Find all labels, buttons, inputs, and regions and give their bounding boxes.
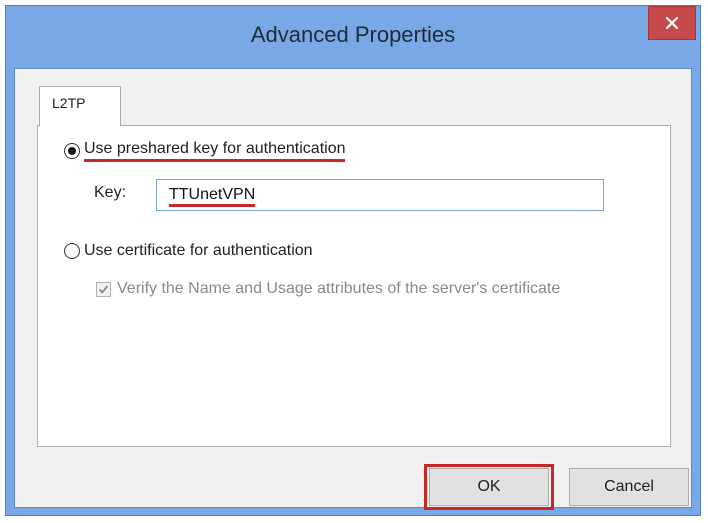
key-label: Key: — [94, 184, 127, 201]
radio-dot-icon — [68, 147, 76, 155]
close-button[interactable] — [648, 6, 696, 40]
tab-panel-l2tp: Use preshared key for authentication Key… — [37, 125, 671, 447]
verify-checkbox[interactable] — [96, 281, 111, 297]
preshared-key-option[interactable]: Use preshared key for authentication — [64, 140, 346, 162]
preshared-key-radio[interactable] — [64, 143, 80, 159]
tab-l2tp[interactable]: L2TP — [39, 86, 121, 126]
certificate-radio[interactable] — [64, 243, 80, 259]
title-bar[interactable]: Advanced Properties — [6, 6, 700, 68]
certificate-option[interactable]: Use certificate for authentication — [64, 242, 313, 260]
dialog-body: L2TP Use preshared key for authenticatio… — [14, 68, 692, 510]
key-input[interactable]: TTUnetVPN — [156, 179, 604, 211]
certificate-label: Use certificate for authentication — [84, 242, 313, 259]
verify-label: Verify the Name and Usage attributes of … — [117, 280, 561, 297]
window-title: Advanced Properties — [250, 22, 456, 47]
key-label-row: Key: — [94, 184, 126, 202]
close-icon — [666, 17, 678, 29]
preshared-key-label: Use preshared key for authentication — [84, 140, 346, 162]
key-input-value: TTUnetVPN — [169, 186, 256, 207]
ok-button[interactable]: OK — [429, 468, 549, 506]
checkmark-icon — [98, 284, 109, 294]
verify-option[interactable]: Verify the Name and Usage attributes of … — [96, 280, 560, 298]
advanced-properties-window: Advanced Properties L2TP Use preshared k… — [5, 5, 701, 516]
cancel-button[interactable]: Cancel — [569, 468, 689, 506]
